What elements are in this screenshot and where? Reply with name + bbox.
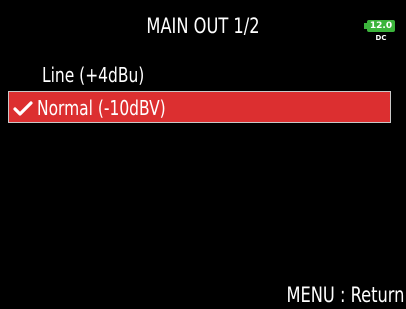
checkmark-icon xyxy=(13,92,35,124)
menu-item-line[interactable]: Line (+4dBu) xyxy=(8,59,391,91)
return-hint: MENU : Return xyxy=(286,283,405,307)
device-screen: MAIN OUT 1/2 12.0 DC Line (+4dBu) Normal… xyxy=(0,0,406,309)
battery-voltage: 12.0 xyxy=(369,21,393,31)
menu-item-label: Normal (-10dBV) xyxy=(37,96,166,120)
menu-item-normal[interactable]: Normal (-10dBV) xyxy=(8,91,391,123)
menu-item-label: Line (+4dBu) xyxy=(42,63,145,87)
power-source-label: DC xyxy=(375,34,387,42)
page-title: MAIN OUT 1/2 xyxy=(146,14,260,38)
